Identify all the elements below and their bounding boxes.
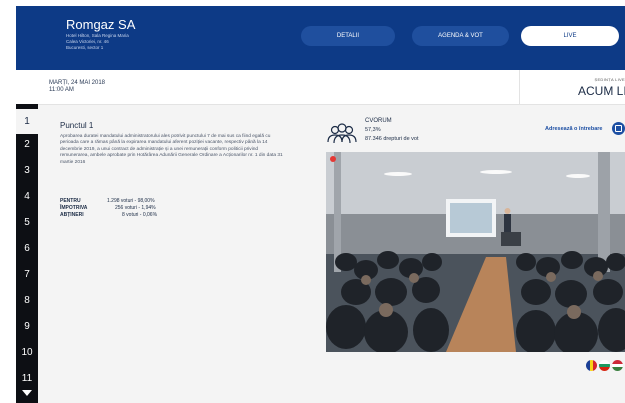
item-description: Aprobarea duratei mandatului administrat… bbox=[60, 134, 283, 165]
vote-label: ABȚINERI bbox=[60, 212, 84, 218]
vote-value: 8 voturi - 0,06% bbox=[122, 212, 158, 218]
romania-flag-icon[interactable] bbox=[586, 360, 597, 371]
address-line: Calea Victoriei, nr. 46 bbox=[66, 39, 109, 44]
item-title: Punctul 1 bbox=[60, 121, 94, 130]
tab-live[interactable]: LIVE bbox=[521, 26, 619, 46]
live-indicator-icon bbox=[330, 156, 336, 162]
agenda-point-7[interactable]: 7 bbox=[16, 269, 38, 280]
app-frame: Romgaz SA Hotel Hilton, Sala Regina Mari… bbox=[16, 6, 625, 403]
agenda-point-5[interactable]: 5 bbox=[16, 217, 38, 228]
tab-agenda-vote[interactable]: AGENDA & VOT bbox=[412, 26, 509, 46]
bulgaria-flag-icon[interactable] bbox=[599, 360, 610, 371]
meeting-time: 11:00 AM bbox=[49, 87, 74, 93]
address-line: Hotel Hilton, Sala Regina Maria bbox=[66, 33, 129, 38]
quorum-percent: 57,3% bbox=[365, 127, 381, 133]
tab-details[interactable]: DETALII bbox=[301, 26, 395, 46]
company-name: Romgaz SA bbox=[66, 17, 136, 32]
vote-label: PENTRU bbox=[60, 198, 81, 204]
ask-question-icon[interactable] bbox=[612, 122, 625, 135]
agenda-point-9[interactable]: 9 bbox=[16, 321, 38, 332]
agenda-point-1[interactable]: 1 bbox=[16, 109, 38, 134]
vote-value: 256 voturi - 1,94% bbox=[115, 205, 156, 211]
ask-question-link[interactable]: Adresează o întrebare bbox=[545, 126, 602, 132]
agenda-point-3[interactable]: 3 bbox=[16, 165, 38, 176]
agenda-point-8[interactable]: 8 bbox=[16, 295, 38, 306]
agenda-point-list: 1 2 3 4 5 6 7 8 9 10 11 bbox=[16, 104, 38, 403]
quorum-label: CVORUM bbox=[365, 118, 392, 124]
divider bbox=[519, 70, 520, 104]
agenda-point-4[interactable]: 4 bbox=[16, 191, 38, 202]
hungary-flag-icon[interactable] bbox=[612, 360, 623, 371]
session-state-label: ȘEDINȚA LIVE bbox=[594, 77, 625, 82]
meeting-date: MARȚI, 24 MAI 2018 bbox=[49, 80, 106, 86]
meeting-datetime: MARȚI, 24 MAI 2018 11:00 AM bbox=[49, 80, 105, 94]
agenda-point-6[interactable]: 6 bbox=[16, 243, 38, 254]
vote-label: ÎMPOTRIVA bbox=[60, 205, 88, 211]
agenda-point-2[interactable]: 2 bbox=[16, 139, 38, 150]
agenda-point-11[interactable]: 11 bbox=[16, 373, 38, 384]
scroll-down-icon[interactable] bbox=[22, 390, 32, 396]
agenda-point-10[interactable]: 10 bbox=[16, 347, 38, 358]
people-icon bbox=[327, 123, 357, 144]
date-bar: MARȚI, 24 MAI 2018 11:00 AM ȘEDINȚA LIVE… bbox=[16, 70, 625, 105]
header: Romgaz SA Hotel Hilton, Sala Regina Mari… bbox=[16, 6, 625, 70]
live-video-player[interactable] bbox=[326, 152, 625, 352]
session-state-value: ACUM LIVE bbox=[578, 84, 625, 98]
quorum-votes: 87.346 drepturi de vot bbox=[365, 136, 419, 142]
address-line: Bucuresti, sector 1 bbox=[66, 45, 104, 50]
vote-value: 1.298 voturi - 98,00% bbox=[107, 198, 155, 204]
